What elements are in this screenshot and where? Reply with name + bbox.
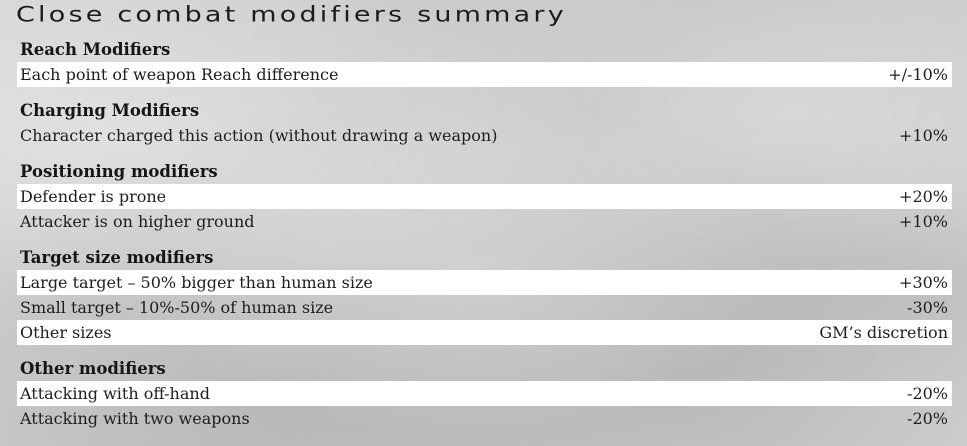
table-row: Character charged this action (without d… bbox=[17, 123, 952, 148]
modifier-label: Each point of weapon Reach difference bbox=[20, 65, 339, 84]
modifier-value: -20% bbox=[907, 384, 948, 403]
section-heading: Other modifiers bbox=[20, 359, 166, 378]
page-title: Close combat modifiers summary bbox=[16, 2, 567, 27]
modifier-label: Defender is prone bbox=[20, 187, 167, 206]
table-row: Large target – 50% bigger than human siz… bbox=[17, 270, 952, 295]
table-row: Each point of weapon Reach difference +/… bbox=[17, 62, 952, 87]
section-heading: Target size modifiers bbox=[20, 248, 214, 267]
section-reach-modifiers: Reach Modifiers Each point of weapon Rea… bbox=[17, 38, 952, 87]
modifiers-table: Reach Modifiers Each point of weapon Rea… bbox=[17, 38, 952, 431]
table-row: Attacking with two weapons -20% bbox=[17, 406, 952, 431]
section-other-modifiers: Other modifiers Attacking with off-hand … bbox=[17, 357, 952, 431]
modifier-label: Attacking with two weapons bbox=[20, 409, 250, 428]
section-target-size-modifiers: Target size modifiers Large target – 50%… bbox=[17, 246, 952, 345]
modifier-value: +30% bbox=[899, 273, 948, 292]
table-row: Defender is prone +20% bbox=[17, 184, 952, 209]
modifier-value: GM’s discretion bbox=[819, 323, 948, 342]
modifier-label: Small target – 10%-50% of human size bbox=[20, 298, 334, 317]
modifier-value: -20% bbox=[907, 409, 948, 428]
modifier-value: -30% bbox=[907, 298, 948, 317]
modifier-label: Attacking with off-hand bbox=[20, 384, 210, 403]
table-row: Other sizes GM’s discretion bbox=[17, 320, 952, 345]
section-heading: Charging Modifiers bbox=[20, 101, 200, 120]
modifier-value: +10% bbox=[899, 126, 948, 145]
modifier-label: Attacker is on higher ground bbox=[20, 212, 255, 231]
modifier-value: +/-10% bbox=[888, 65, 948, 84]
modifier-label: Character charged this action (without d… bbox=[20, 126, 498, 145]
section-positioning-modifiers: Positioning modifiers Defender is prone … bbox=[17, 160, 952, 234]
section-heading: Positioning modifiers bbox=[20, 162, 218, 181]
table-row: Attacker is on higher ground +10% bbox=[17, 209, 952, 234]
section-charging-modifiers: Charging Modifiers Character charged thi… bbox=[17, 99, 952, 148]
modifier-value: +10% bbox=[899, 212, 948, 231]
section-heading: Reach Modifiers bbox=[20, 40, 171, 59]
table-row: Attacking with off-hand -20% bbox=[17, 381, 952, 406]
modifier-label: Other sizes bbox=[20, 323, 112, 342]
modifier-value: +20% bbox=[899, 187, 948, 206]
table-row: Small target – 10%-50% of human size -30… bbox=[17, 295, 952, 320]
modifier-label: Large target – 50% bigger than human siz… bbox=[20, 273, 373, 292]
